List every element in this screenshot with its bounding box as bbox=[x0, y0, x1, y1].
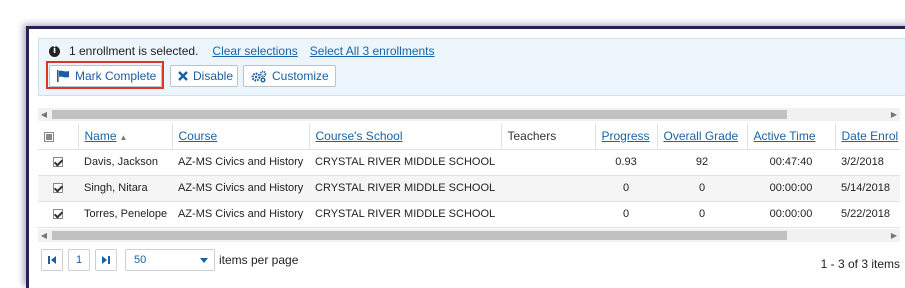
scrollbar-thumb[interactable] bbox=[52, 231, 787, 240]
row-checkbox[interactable] bbox=[53, 209, 63, 220]
col-header-grade[interactable]: Overall Grade bbox=[656, 123, 747, 150]
row-checkbox[interactable] bbox=[53, 157, 63, 168]
sort-progress-link[interactable]: Progress bbox=[602, 129, 650, 143]
info-icon: i bbox=[49, 45, 60, 57]
sort-date-link[interactable]: Date Enrol bbox=[842, 129, 899, 143]
col-header-school[interactable]: Course's School bbox=[308, 123, 501, 150]
sort-ascending-icon: ▲ bbox=[119, 132, 128, 142]
cell-school: CRYSTAL RIVER MIDDLE SCHOOL bbox=[309, 201, 501, 228]
cell-course: AZ-MS Civics and History bbox=[172, 175, 309, 202]
col-header-date[interactable]: Date Enrol bbox=[834, 123, 900, 150]
selection-line: i 1 enrollment is selected. Clear select… bbox=[49, 44, 447, 58]
col-header-teachers: Teachers bbox=[500, 123, 595, 150]
bottom-horizontal-scrollbar[interactable]: ◀ ▶ bbox=[38, 229, 900, 242]
row-checkbox-cell[interactable] bbox=[38, 149, 78, 176]
sort-grade-link[interactable]: Overall Grade bbox=[664, 129, 739, 143]
cell-grade: 92 bbox=[657, 149, 747, 176]
col-header-name[interactable]: Name ▲ bbox=[77, 123, 172, 150]
scrollbar-thumb[interactable] bbox=[52, 110, 787, 119]
table-row[interactable]: Davis, Jackson AZ-MS Civics and History … bbox=[38, 149, 900, 176]
cell-active-time: 00:00:00 bbox=[747, 175, 835, 202]
customize-button[interactable]: Customize bbox=[243, 65, 336, 87]
enrollments-table: Name ▲ Course Course's School Teachers Pr… bbox=[38, 123, 900, 228]
cell-progress: 0.93 bbox=[595, 149, 657, 176]
cell-grade: 0 bbox=[657, 201, 747, 228]
sort-course-link[interactable]: Course bbox=[179, 129, 218, 143]
col-header-progress[interactable]: Progress bbox=[594, 123, 657, 150]
page-size-value: 50 bbox=[134, 254, 147, 266]
scroll-right-icon[interactable]: ▶ bbox=[888, 229, 900, 242]
clear-selections-link[interactable]: Clear selections bbox=[212, 44, 297, 58]
row-checkbox-cell[interactable] bbox=[38, 201, 78, 228]
last-page-icon bbox=[102, 256, 110, 264]
pager: 1 50 items per page 1 - 3 of 3 items bbox=[38, 249, 900, 273]
selection-bar: i 1 enrollment is selected. Clear select… bbox=[38, 38, 905, 96]
x-icon bbox=[178, 71, 188, 81]
cell-date: 5/14/2018 bbox=[835, 175, 900, 202]
chevron-down-icon bbox=[200, 258, 208, 263]
page-number-button[interactable]: 1 bbox=[68, 249, 90, 271]
cell-name: Singh, Nitara bbox=[78, 175, 172, 202]
cell-school: CRYSTAL RIVER MIDDLE SCHOOL bbox=[309, 149, 501, 176]
row-checkbox[interactable] bbox=[53, 183, 63, 194]
scroll-left-icon[interactable]: ◀ bbox=[38, 229, 50, 242]
sort-school-link[interactable]: Course's School bbox=[316, 129, 403, 143]
table-row[interactable]: Torres, Penelope AZ-MS Civics and Histor… bbox=[38, 201, 900, 228]
col-header-active-time[interactable]: Active Time bbox=[746, 123, 835, 150]
cell-name: Davis, Jackson bbox=[78, 149, 172, 176]
top-horizontal-scrollbar[interactable]: ◀ ▶ bbox=[38, 108, 900, 121]
scroll-left-icon[interactable]: ◀ bbox=[38, 108, 50, 121]
last-page-button[interactable] bbox=[95, 249, 117, 271]
selection-message: 1 enrollment is selected. bbox=[69, 44, 199, 58]
cell-name: Torres, Penelope bbox=[78, 201, 172, 228]
cell-teachers bbox=[501, 149, 595, 176]
gears-icon bbox=[251, 70, 267, 83]
cell-active-time: 00:00:00 bbox=[747, 201, 835, 228]
customize-label: Customize bbox=[272, 69, 329, 83]
col-header-course[interactable]: Course bbox=[171, 123, 309, 150]
first-page-icon bbox=[48, 256, 56, 264]
cell-progress: 0 bbox=[595, 175, 657, 202]
cell-progress: 0 bbox=[595, 201, 657, 228]
page-size-select[interactable]: 50 bbox=[125, 249, 215, 271]
item-range-text: 1 - 3 of 3 items bbox=[820, 257, 900, 271]
sort-active-time-link[interactable]: Active Time bbox=[754, 129, 816, 143]
cell-course: AZ-MS Civics and History bbox=[172, 149, 309, 176]
cell-course: AZ-MS Civics and History bbox=[172, 201, 309, 228]
cell-date: 3/2/2018 bbox=[835, 149, 900, 176]
cell-teachers bbox=[501, 175, 595, 202]
row-checkbox-cell[interactable] bbox=[38, 175, 78, 202]
scroll-right-icon[interactable]: ▶ bbox=[888, 108, 900, 121]
cell-date: 5/22/2018 bbox=[835, 201, 900, 228]
cell-active-time: 00:47:40 bbox=[747, 149, 835, 176]
table-row[interactable]: Singh, Nitara AZ-MS Civics and History C… bbox=[38, 175, 900, 202]
cell-school: CRYSTAL RIVER MIDDLE SCHOOL bbox=[309, 175, 501, 202]
select-all-checkbox[interactable] bbox=[44, 131, 54, 142]
first-page-button[interactable] bbox=[41, 249, 63, 271]
items-per-page-label: items per page bbox=[219, 253, 299, 267]
disable-button[interactable]: Disable bbox=[170, 65, 238, 87]
select-all-link[interactable]: Select All 3 enrollments bbox=[310, 44, 435, 58]
sort-name-link[interactable]: Name bbox=[85, 129, 117, 143]
mark-complete-highlight bbox=[46, 61, 164, 89]
cell-teachers bbox=[501, 201, 595, 228]
header-row: Name ▲ Course Course's School Teachers Pr… bbox=[38, 123, 900, 150]
disable-label: Disable bbox=[193, 69, 234, 83]
cell-grade: 0 bbox=[657, 175, 747, 202]
select-all-header[interactable] bbox=[38, 123, 78, 150]
